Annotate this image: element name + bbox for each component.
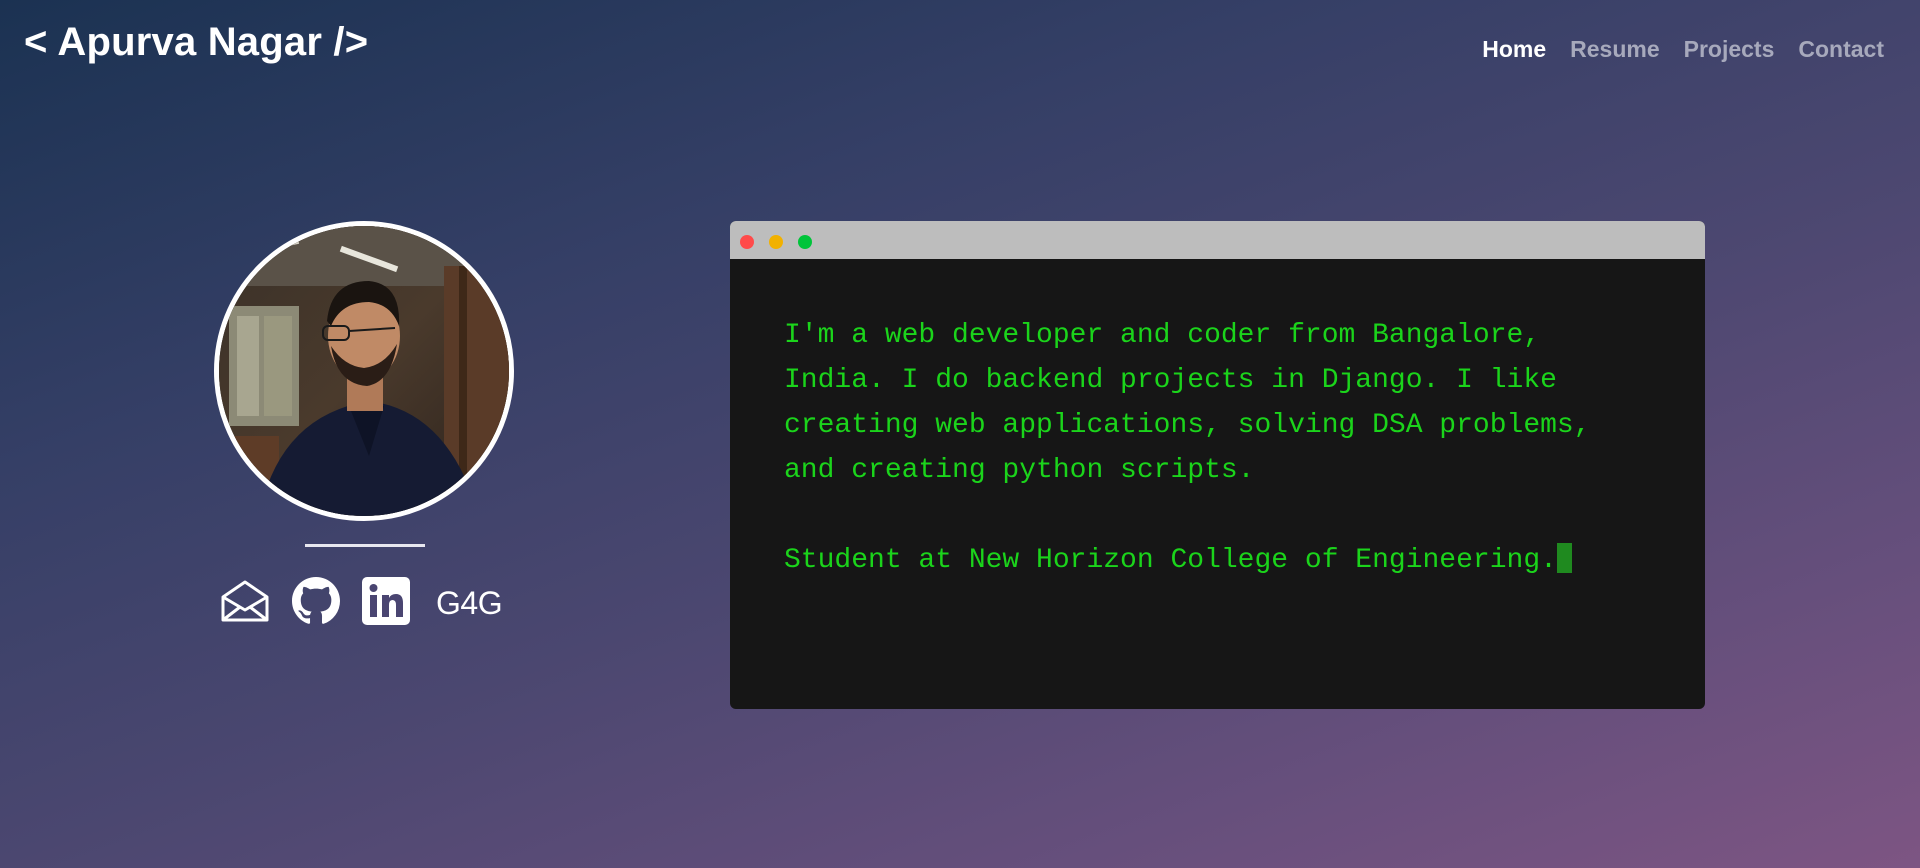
maximize-dot-icon[interactable] bbox=[798, 235, 812, 249]
bio-line: India. I do backend projects in Django. … bbox=[784, 365, 1557, 396]
profile-divider bbox=[305, 544, 425, 547]
terminal-cursor bbox=[1556, 543, 1572, 573]
bio-line: I'm a web developer and coder from Banga… bbox=[784, 320, 1541, 351]
profile-photo-image bbox=[219, 226, 509, 516]
minimize-dot-icon[interactable] bbox=[769, 235, 783, 249]
terminal-body: I'm a web developer and coder from Banga… bbox=[730, 259, 1705, 583]
nav-resume[interactable]: Resume bbox=[1570, 36, 1659, 63]
education-text: Student at New Horizon College of Engine… bbox=[784, 545, 1557, 576]
nav-projects[interactable]: Projects bbox=[1684, 36, 1775, 63]
main-nav: Home Resume Projects Contact bbox=[1482, 36, 1884, 63]
bio-line: creating web applications, solving DSA p… bbox=[784, 410, 1591, 441]
mail-icon[interactable] bbox=[220, 579, 270, 628]
close-dot-icon[interactable] bbox=[740, 235, 754, 249]
terminal-window: I'm a web developer and coder from Banga… bbox=[730, 221, 1705, 709]
g4g-icon[interactable]: G4G bbox=[436, 585, 503, 622]
github-icon[interactable] bbox=[292, 576, 340, 630]
terminal-titlebar bbox=[730, 221, 1705, 259]
profile-photo bbox=[214, 221, 514, 521]
nav-contact[interactable]: Contact bbox=[1798, 36, 1884, 63]
social-links: G4G bbox=[220, 576, 503, 630]
linkedin-icon[interactable] bbox=[362, 576, 410, 630]
nav-home[interactable]: Home bbox=[1482, 36, 1546, 63]
site-header: < Apurva Nagar /> Home Resume Projects C… bbox=[0, 0, 1920, 100]
bio-line: and creating python scripts. bbox=[784, 455, 1255, 486]
education-line: Student at New Horizon College of Engine… bbox=[784, 538, 1651, 583]
site-logo[interactable]: < Apurva Nagar /> bbox=[24, 20, 368, 65]
